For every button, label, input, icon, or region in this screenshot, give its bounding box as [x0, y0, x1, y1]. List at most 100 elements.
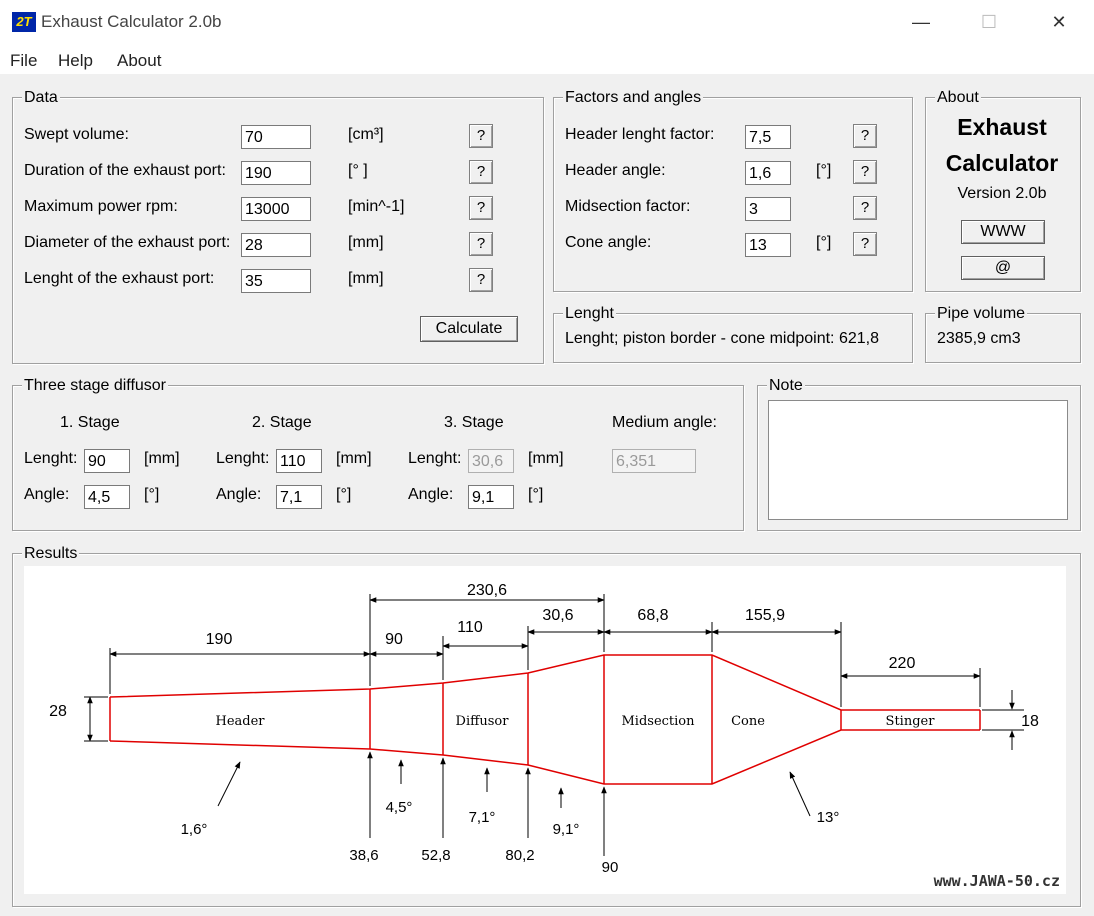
app-icon: 2T: [12, 12, 36, 32]
pointer-arrows: [217, 751, 811, 856]
port-diameter-help-button[interactable]: ?: [469, 232, 493, 256]
minimize-button[interactable]: —: [898, 0, 944, 46]
stage2-length-input[interactable]: 110: [276, 449, 322, 473]
rpm-unit: [min^-1]: [348, 198, 405, 215]
maximize-button[interactable]: ☐: [966, 0, 1012, 46]
window-title: Exhaust Calculator 2.0b: [41, 12, 222, 31]
pipe-top-line: [109, 654, 980, 711]
diameter-3: 80,2: [505, 847, 534, 864]
factors-group-title: Factors and angles: [563, 89, 704, 107]
stage3-angle-input[interactable]: 9,1: [468, 485, 514, 509]
dimension-labels: 230,6 190 90 110 30,6 68,8 155,9 220 28 …: [49, 582, 1039, 730]
dim-stinger: 220: [889, 655, 916, 672]
port-diameter-input[interactable]: 28: [241, 233, 311, 257]
port-diameter-unit: [mm]: [348, 234, 384, 251]
pointer-header-angle: [217, 761, 241, 807]
dim-stage1: 90: [385, 631, 403, 648]
rpm-label: Maximum power rpm:: [24, 198, 178, 215]
stage1-angle-label: Angle:: [24, 486, 70, 503]
angle-stage1: 4,5°: [386, 799, 413, 816]
about-version: Version 2.0b: [957, 185, 1047, 202]
header-length-factor-input[interactable]: 7,5: [745, 125, 791, 149]
note-textarea[interactable]: [768, 400, 1068, 520]
menu-about[interactable]: About: [117, 51, 161, 71]
cone-angle-help-button[interactable]: ?: [853, 232, 877, 256]
swept-volume-label: Swept volume:: [24, 126, 129, 143]
port-length-label: Lenght of the exhaust port:: [24, 270, 215, 287]
diameter-2: 52,8: [421, 847, 450, 864]
length-result: Lenght; piston border - cone midpoint: 6…: [565, 330, 879, 347]
port-length-help-button[interactable]: ?: [469, 268, 493, 292]
about-name-line2: Calculator: [945, 150, 1059, 176]
menu-file[interactable]: File: [10, 51, 37, 71]
angle-header: 1,6°: [181, 821, 208, 838]
pipe-volume-title: Pipe volume: [935, 305, 1028, 323]
diameter-1: 38,6: [349, 847, 378, 864]
port-length-input[interactable]: 35: [241, 269, 311, 293]
stage2-title: 2. Stage: [252, 414, 312, 431]
results-canvas: 230,6 190 90 110 30,6 68,8 155,9 220 28 …: [24, 566, 1066, 894]
header-angle-input[interactable]: 1,6: [745, 161, 791, 185]
about-name-line1: Exhaust: [957, 114, 1047, 140]
dim-midsection: 68,8: [637, 607, 668, 624]
pointer-cone-angle: [789, 771, 811, 817]
section-midsection: Midsection: [621, 714, 695, 729]
port-diameter-label: Diameter of the exhaust port:: [24, 234, 231, 251]
rpm-input[interactable]: 13000: [241, 197, 311, 221]
cone-angle-input[interactable]: 13: [745, 233, 791, 257]
duration-input[interactable]: 190: [241, 161, 311, 185]
dim-stage2: 110: [457, 619, 483, 636]
calculate-button[interactable]: Calculate: [420, 316, 518, 342]
menu-help[interactable]: Help: [58, 51, 93, 71]
stage1-length-input[interactable]: 90: [84, 449, 130, 473]
stage2-length-unit: [mm]: [336, 450, 372, 467]
close-button[interactable]: ✕: [1036, 0, 1082, 46]
www-button[interactable]: WWW: [961, 220, 1045, 244]
stage1-length-label: Lenght:: [24, 450, 78, 467]
angle-stage2: 7,1°: [469, 809, 496, 826]
angle-cone: 13°: [817, 809, 840, 826]
stage2-angle-unit: [°]: [336, 486, 352, 503]
stage3-length-unit: [mm]: [528, 450, 564, 467]
stage3-angle-label: Angle:: [408, 486, 454, 503]
length-group-title: Lenght: [563, 305, 616, 323]
pipe-volume-value: 2385,9 cm3: [937, 330, 1021, 347]
dim-cone: 155,9: [745, 607, 785, 624]
duration-help-button[interactable]: ?: [469, 160, 493, 184]
stage1-angle-input[interactable]: 4,5: [84, 485, 130, 509]
header-angle-unit: [°]: [816, 162, 832, 179]
section-header: Header: [215, 714, 265, 729]
stage3-length-input: 30,6: [468, 449, 514, 473]
angle-stage3: 9,1°: [553, 821, 580, 838]
rpm-help-button[interactable]: ?: [469, 196, 493, 220]
midsection-factor-help-button[interactable]: ?: [853, 196, 877, 220]
cone-angle-unit: [°]: [816, 234, 832, 251]
stage1-title: 1. Stage: [60, 414, 120, 431]
email-button[interactable]: @: [961, 256, 1045, 280]
duration-label: Duration of the exhaust port:: [24, 162, 226, 179]
exhaust-drawing: 230,6 190 90 110 30,6 68,8 155,9 220 28 …: [49, 582, 1060, 890]
stage1-length-unit: [mm]: [144, 450, 180, 467]
note-group-title: Note: [767, 377, 805, 395]
swept-volume-help-button[interactable]: ?: [469, 124, 493, 148]
header-length-factor-help-button[interactable]: ?: [853, 124, 877, 148]
about-group-title: About: [935, 89, 981, 107]
midsection-factor-input[interactable]: 3: [745, 197, 791, 221]
section-stinger: Stinger: [886, 714, 936, 729]
data-group-title: Data: [22, 89, 60, 107]
stage3-angle-unit: [°]: [528, 486, 544, 503]
header-angle-label: Header angle:: [565, 162, 666, 179]
dim-stage3: 30,6: [542, 607, 573, 624]
header-angle-help-button[interactable]: ?: [853, 160, 877, 184]
stage2-length-label: Lenght:: [216, 450, 270, 467]
stage2-angle-input[interactable]: 7,1: [276, 485, 322, 509]
section-cone: Cone: [731, 714, 765, 729]
diameter-4: 90: [602, 859, 619, 876]
diffusor-group-title: Three stage diffusor: [22, 377, 169, 395]
cone-angle-label: Cone angle:: [565, 234, 652, 251]
swept-volume-input[interactable]: 70: [241, 125, 311, 149]
stage3-title: 3. Stage: [444, 414, 504, 431]
dim-inlet-diameter: 28: [49, 703, 67, 720]
dim-total: 230,6: [467, 582, 507, 599]
menu-bar: [0, 46, 1094, 74]
